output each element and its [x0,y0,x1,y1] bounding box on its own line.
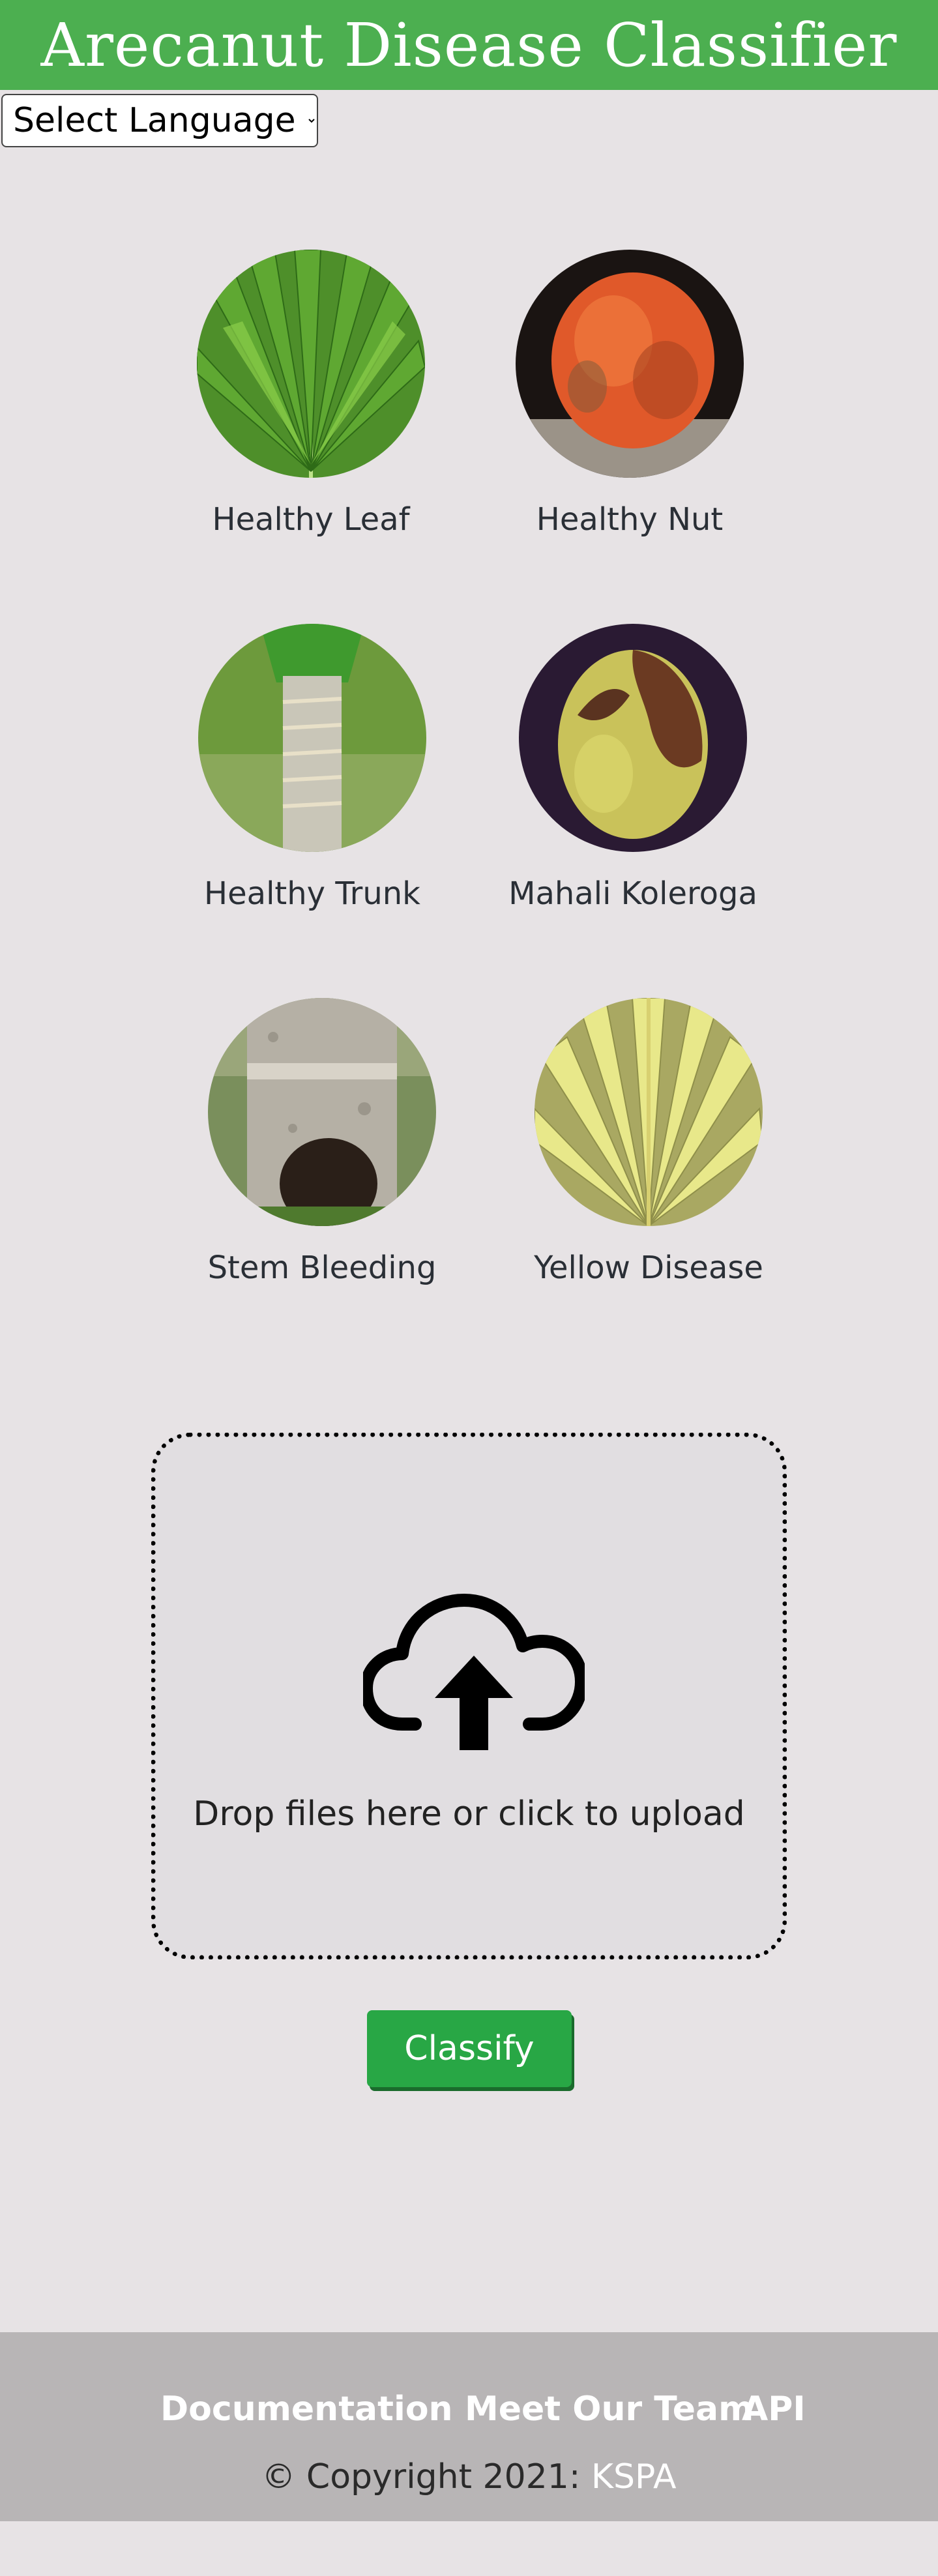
gallery-caption: Yellow Disease [534,1250,763,1286]
footer-link-meet-our-team[interactable]: Meet Our Team [465,2390,754,2429]
classify-button[interactable]: Classify [367,2010,572,2087]
mahali-koleroga-image [519,624,747,852]
footer-link-documentation[interactable]: Documentation [160,2390,453,2429]
healthy-nut-image [516,250,744,478]
footer: Documentation Meet Our Team API © Copyri… [0,2332,938,2521]
gallery-caption: Healthy Trunk [204,875,420,912]
gallery-caption: Healthy Leaf [212,501,410,538]
copyright: © Copyright 2021: KSPA [0,2457,938,2496]
yellow-disease-image [535,998,763,1226]
gallery-item-mahali-koleroga: Mahali Koleroga [503,624,763,912]
gallery-item-healthy-nut: Healthy Nut [499,250,760,538]
footer-links: Documentation Meet Our Team API [0,2390,938,2433]
gallery-caption: Mahali Koleroga [508,875,757,912]
footer-link-api[interactable]: API [742,2390,806,2429]
page-title: Arecanut Disease Classifier [40,10,898,80]
gallery-item-healthy-trunk: Healthy Trunk [182,624,443,912]
language-select[interactable]: Select Language [1,94,318,147]
app-header: Arecanut Disease Classifier [0,0,938,90]
stem-bleeding-image [208,998,436,1226]
cloud-upload-icon [363,1594,585,1750]
gallery-item-healthy-leaf: Healthy Leaf [181,250,441,538]
gallery-item-stem-bleeding: Stem Bleeding [192,998,452,1286]
gallery-caption: Healthy Nut [536,501,724,538]
copyright-text: © Copyright 2021: [261,2457,591,2496]
copyright-brand-link[interactable]: KSPA [591,2457,677,2496]
upload-dropzone[interactable]: Drop files here or click to upload [151,1433,787,1959]
gallery-caption: Stem Bleeding [207,1250,437,1286]
healthy-trunk-image [198,624,426,852]
upload-hint: Drop files here or click to upload [193,1794,745,1834]
gallery-item-yellow-disease: Yellow Disease [518,998,779,1286]
healthy-leaf-image [197,250,425,478]
